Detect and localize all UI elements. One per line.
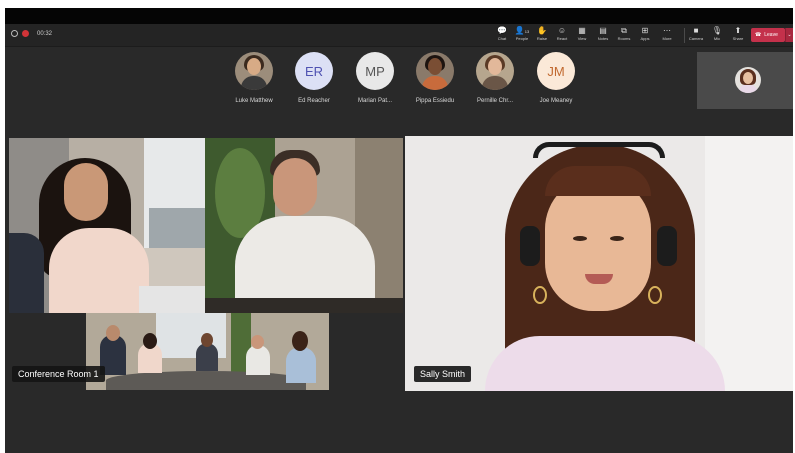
avatar: [476, 52, 514, 90]
participant-luke-matthew[interactable]: Luke Matthew: [224, 52, 284, 104]
meeting-timer: 00:32: [37, 30, 53, 37]
leave-button[interactable]: ☎ Leave: [751, 28, 785, 42]
avatar: JM: [537, 52, 575, 90]
conference-room-label: Conference Room 1: [12, 366, 105, 382]
participant-pippa-essiedu[interactable]: Pippa Essiedu: [405, 52, 465, 104]
phone-hangup-icon: ☎: [755, 32, 762, 38]
participant-name: Luke Matthew: [235, 98, 273, 104]
meeting-toolbar: 00:32 💬 Chat 👤13 People ✋ Raise ☺ React …: [5, 24, 793, 47]
teams-meeting-window: 00:32 💬 Chat 👤13 People ✋ Raise ☺ React …: [5, 8, 793, 453]
record-dot-icon: [22, 30, 29, 37]
people-count: 13: [524, 29, 530, 34]
share-button[interactable]: ⬆ Share: [728, 26, 748, 45]
participant-marian-pat[interactable]: MP Marian Pat...: [345, 52, 405, 104]
video-tile-speaker: [405, 136, 793, 391]
video-tile-conference-woman: [9, 138, 205, 313]
apps-icon: ⊞: [641, 26, 649, 35]
leave-options-button[interactable]: ⌄: [785, 28, 793, 42]
speaker-name-label: Sally Smith: [414, 366, 472, 382]
participant-joe-meaney[interactable]: JM Joe Meaney: [526, 52, 586, 104]
avatar: ER: [295, 52, 333, 90]
more-icon: ⋯: [663, 26, 671, 35]
video-tile-conference-man: [205, 138, 403, 313]
smiley-icon: ☺: [557, 26, 567, 35]
apps-button[interactable]: ⊞ Apps: [635, 26, 655, 45]
mic-icon: 🎙: [711, 26, 723, 35]
self-view-tile[interactable]: [697, 52, 793, 109]
participant-name: Pernille Chr...: [476, 98, 513, 104]
participant-ed-reacher[interactable]: ER Ed Reacher: [284, 52, 344, 104]
rooms-icon: ⧉: [621, 26, 627, 35]
camera-icon: ■: [693, 26, 699, 35]
more-button[interactable]: ⋯ More: [657, 26, 677, 45]
share-icon: ⬆: [734, 26, 742, 35]
chat-icon: 💬: [497, 26, 507, 35]
avatar: [416, 52, 454, 90]
grid-icon: ▦: [578, 26, 586, 35]
chevron-down-icon: ⌄: [787, 32, 792, 38]
avatar: MP: [356, 52, 394, 90]
status-ring-icon: [11, 30, 18, 37]
hand-icon: ✋: [537, 26, 547, 35]
video-tile-conference-room: [86, 313, 329, 390]
self-avatar: [735, 67, 761, 93]
participant-name: Ed Reacher: [298, 98, 330, 104]
participant-name: Joe Meaney: [539, 98, 573, 104]
window-top-strip: [5, 8, 793, 24]
people-icon: 👤: [514, 26, 525, 35]
notes-icon: ▤: [599, 26, 607, 35]
participant-pernille-chr[interactable]: Pernille Chr...: [465, 52, 525, 104]
participant-name: Pippa Essiedu: [415, 98, 455, 104]
avatar: [235, 52, 273, 90]
recording-indicator: 00:32: [11, 30, 52, 37]
participant-name: Marian Pat...: [357, 98, 392, 104]
